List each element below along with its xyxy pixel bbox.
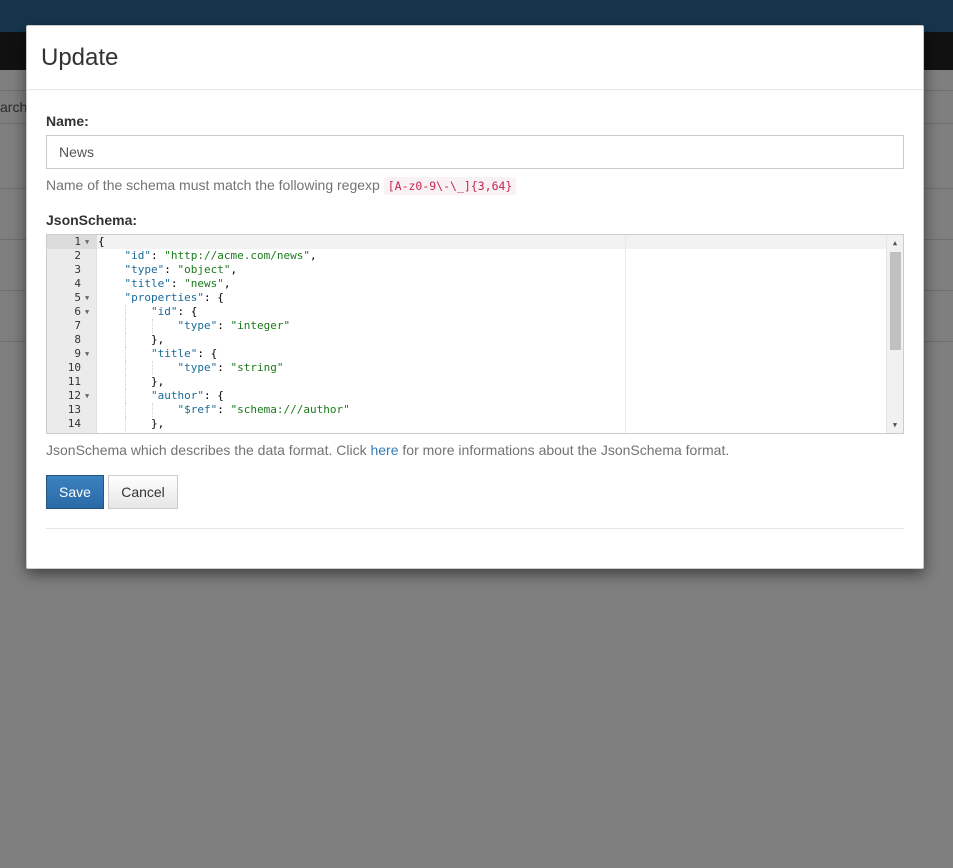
line-number: 11 <box>67 375 81 388</box>
jsonschema-help-link[interactable]: here <box>370 442 398 458</box>
modal-title: Update <box>41 44 119 71</box>
fold-toggle-icon[interactable]: ▼ <box>85 347 93 361</box>
update-dialog: Update Name: Name of the schema must mat… <box>26 25 924 569</box>
code-line: }, <box>98 417 165 430</box>
active-line-highlight <box>47 235 887 249</box>
scrollbar-thumb[interactable] <box>890 252 901 350</box>
print-margin <box>625 235 626 433</box>
code-line: "id": { <box>150 305 198 318</box>
line-number: 2 <box>74 249 81 262</box>
name-regexp-code: [A-z0-9\-\_]{3,64} <box>383 177 517 195</box>
line-number: 14 <box>67 417 81 430</box>
line-number: 13 <box>67 403 81 416</box>
line-number: 7 <box>74 319 81 332</box>
scroll-up-arrow-icon[interactable]: ▲ <box>887 236 903 250</box>
line-number: 9 <box>74 347 81 360</box>
jsonschema-help-text: JsonSchema which describes the data form… <box>46 442 729 458</box>
name-help-text: Name of the schema must match the follow… <box>46 177 517 195</box>
code-line: "properties": { <box>124 291 224 304</box>
jsonschema-help-after: for more informations about the JsonSche… <box>402 442 730 458</box>
modal-footer <box>46 528 904 529</box>
name-label: Name: <box>46 113 89 129</box>
fold-toggle-icon[interactable]: ▼ <box>85 235 93 249</box>
modal-header: Update <box>27 26 923 90</box>
line-number: 3 <box>74 263 81 276</box>
jsonschema-label: JsonSchema: <box>46 212 138 228</box>
code-line: "type": "string" <box>177 361 284 374</box>
scroll-down-arrow-icon[interactable]: ▼ <box>887 418 903 432</box>
code-line: "id": "http://acme.com/news", <box>124 249 317 262</box>
cancel-button[interactable]: Cancel <box>108 475 178 509</box>
code-line: "type": "object", <box>124 263 238 276</box>
code-line: { <box>98 235 105 248</box>
fold-toggle-icon[interactable]: ▼ <box>85 291 93 305</box>
code-line: "title": { <box>150 347 218 360</box>
save-button[interactable]: Save <box>46 475 104 509</box>
line-number: 1 <box>74 235 81 248</box>
code-line: "$ref": "schema:///author" <box>177 403 350 416</box>
name-input[interactable] <box>46 135 904 169</box>
line-number: 5 <box>74 291 81 304</box>
jsonschema-help-before: JsonSchema which describes the data form… <box>46 442 367 458</box>
line-number: 4 <box>74 277 81 290</box>
line-number: 10 <box>67 361 81 374</box>
line-number: 6 <box>74 305 81 318</box>
code-line: "type": "integer" <box>177 319 291 332</box>
code-line: "author": { <box>150 389 224 402</box>
fold-toggle-icon[interactable]: ▼ <box>85 305 93 319</box>
line-number: 12 <box>67 389 81 402</box>
fold-toggle-icon[interactable]: ▼ <box>85 389 93 403</box>
line-number: 8 <box>74 333 81 346</box>
code-line: }, <box>98 333 165 346</box>
editor-vertical-scrollbar[interactable]: ▲ ▼ <box>886 235 903 433</box>
code-line: }, <box>98 375 165 388</box>
name-help-message: Name of the schema must match the follow… <box>46 177 380 193</box>
jsonschema-code-editor[interactable]: ▲ ▼ 1 ▼ 2 3 4 5 ▼ 6 ▼ 7 8 9 ▼ 10 11 12 ▼ 13 14 { "id": "htt… <box>46 234 904 434</box>
code-line: "title": "news", <box>124 277 231 290</box>
